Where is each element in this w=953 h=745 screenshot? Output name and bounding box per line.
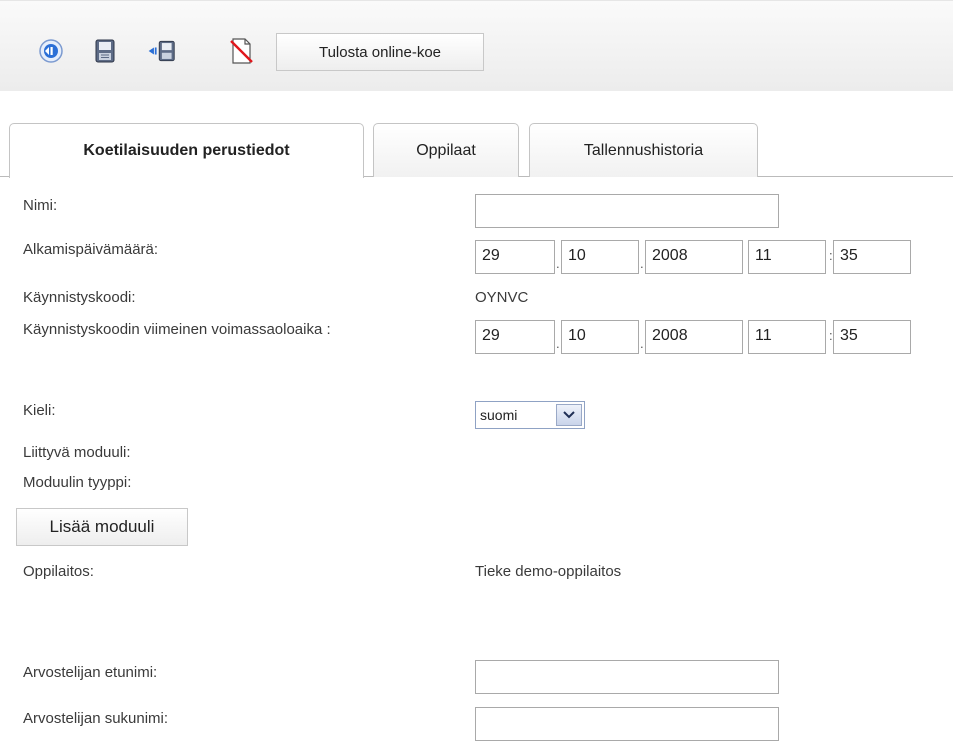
start-month-field[interactable]: 10 [561,240,639,274]
back-icon[interactable] [36,36,66,66]
tab-label: Oppilaat [416,141,476,159]
tab-basic-info[interactable]: Koetilaisuuden perustiedot [9,123,364,178]
expiry-year-field[interactable]: 2008 [645,320,743,354]
name-label: Nimi: [23,197,58,214]
tab-label: Koetilaisuuden perustiedot [83,142,290,159]
start-code-label: Käynnistyskoodi: [23,289,136,306]
language-select[interactable]: suomi [475,401,585,429]
no-print-icon[interactable] [226,36,256,66]
name-field[interactable] [475,194,779,228]
toolbar: Tulosta online-koe [0,0,953,91]
expiry-day-field[interactable]: 29 [475,320,555,354]
school-value: Tieke demo-oppilaitos [475,563,622,580]
grader-first-name-field[interactable] [475,660,779,694]
grader-last-name-label: Arvostelijan sukunimi: [23,710,169,727]
start-hour-field[interactable]: 11 [748,240,826,274]
separator: . [640,336,644,351]
print-online-exam-button[interactable]: Tulosta online-koe [276,33,484,71]
start-date-label: Alkamispäivämäärä: [23,241,159,258]
school-label: Oppilaitos: [23,563,94,580]
save-and-back-icon[interactable] [146,36,176,66]
language-selected-value: suomi [480,407,518,423]
grader-first-name-label: Arvostelijan etunimi: [23,664,158,681]
tab-save-history[interactable]: Tallennushistoria [529,123,758,177]
separator: . [556,336,560,351]
add-module-button[interactable]: Lisää moduuli [16,508,188,546]
related-module-label: Liittyvä moduuli: [23,444,131,461]
language-label: Kieli: [23,402,56,419]
code-expiry-label: Käynnistyskoodin viimeinen voimassaoloai… [23,321,331,338]
start-day-field[interactable]: 29 [475,240,555,274]
expiry-month-field[interactable]: 10 [561,320,639,354]
start-year-field[interactable]: 2008 [645,240,743,274]
expiry-minute-field[interactable]: 35 [833,320,911,354]
chevron-down-icon[interactable] [556,404,582,426]
save-icon[interactable] [90,36,120,66]
tab-label: Tallennushistoria [583,141,704,159]
expiry-hour-field[interactable]: 11 [748,320,826,354]
separator: . [640,256,644,271]
module-type-label: Moduulin tyyppi: [23,474,132,491]
start-minute-field[interactable]: 35 [833,240,911,274]
start-code-value: OYNVC [475,289,529,306]
grader-last-name-field[interactable] [475,707,779,741]
separator: . [556,256,560,271]
tab-students[interactable]: Oppilaat [373,123,519,177]
